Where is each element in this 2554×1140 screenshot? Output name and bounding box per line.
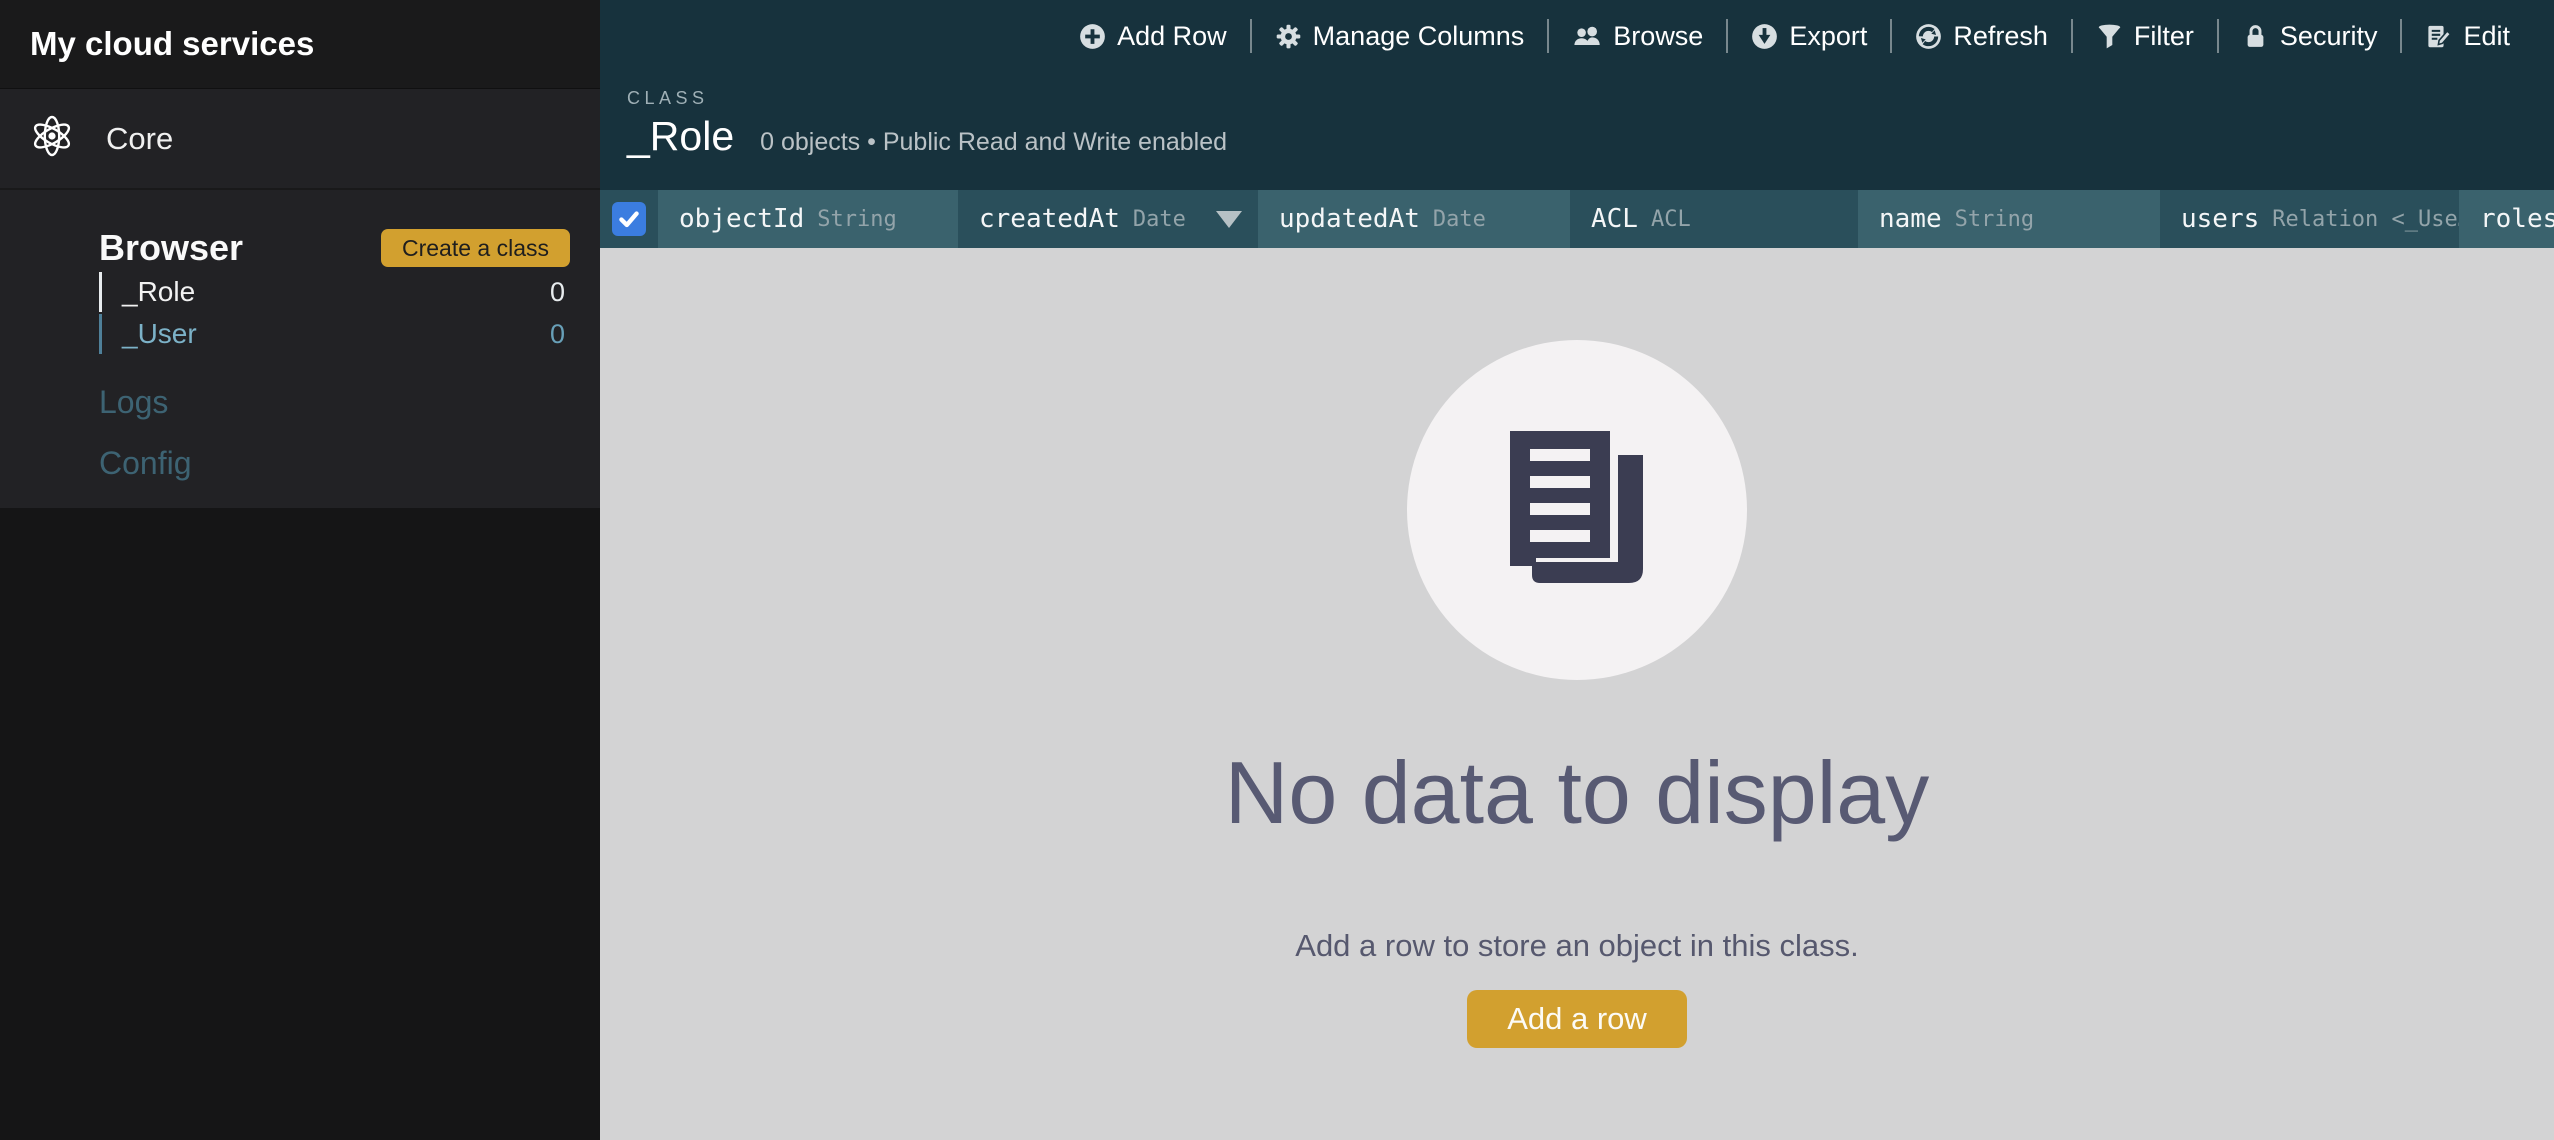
empty-state-subtitle: Add a row to store an object in this cla… xyxy=(1295,928,1858,964)
column-header-objectid[interactable]: objectId String xyxy=(658,190,958,248)
app-header: My cloud services xyxy=(0,0,600,88)
people-icon xyxy=(1572,23,1602,50)
toolbar-divider xyxy=(2217,19,2219,53)
class-indicator xyxy=(99,314,102,354)
manage-columns-toolbar-button[interactable]: Manage Columns xyxy=(1275,21,1525,52)
column-name: users xyxy=(2181,204,2259,234)
column-type: ACL xyxy=(1651,207,1691,232)
class-count: 0 xyxy=(550,277,565,308)
lock-icon xyxy=(2242,23,2269,50)
toolbar-label: Refresh xyxy=(1953,21,2048,52)
empty-state-circle xyxy=(1407,340,1747,680)
column-name: roles xyxy=(2480,204,2554,234)
filter-funnel-icon xyxy=(2096,23,2123,50)
sidebar-item-logs[interactable]: Logs xyxy=(99,384,600,421)
column-header-updatedat[interactable]: updatedAt Date xyxy=(1258,190,1570,248)
toolbar-label: Add Row xyxy=(1117,21,1227,52)
sidebar-item-core[interactable]: Core xyxy=(0,88,600,188)
toolbar-label: Security xyxy=(2280,21,2378,52)
toolbar-divider xyxy=(1250,19,1252,53)
column-header-roles[interactable]: roles xyxy=(2459,190,2554,248)
export-toolbar-button[interactable]: Export xyxy=(1751,21,1867,52)
class-header: CLASS _Role 0 objects • Public Read and … xyxy=(600,72,2554,160)
toolbar: Add Row Manage C xyxy=(600,0,2554,72)
class-count: 0 xyxy=(550,319,565,350)
edit-icon xyxy=(2425,23,2452,50)
toolbar-label: Manage Columns xyxy=(1313,21,1525,52)
refresh-icon xyxy=(1915,23,1942,50)
column-type: Date xyxy=(1433,207,1486,232)
column-type: String xyxy=(817,207,896,232)
data-browser-empty-state: No data to display Add a row to store an… xyxy=(600,248,2554,1140)
toolbar-label: Filter xyxy=(2134,21,2194,52)
export-down-icon xyxy=(1751,23,1778,50)
parse-dashboard-page: My cloud services Core Browser Create a … xyxy=(0,0,2554,1140)
browse-toolbar-button[interactable]: Browse xyxy=(1572,21,1703,52)
class-subtitle: 0 objects • Public Read and Write enable… xyxy=(760,128,1227,157)
top-bar: Add Row Manage C xyxy=(600,0,2554,190)
column-header-createdat[interactable]: createdAt Date xyxy=(958,190,1258,248)
column-name: updatedAt xyxy=(1279,204,1420,234)
class-name: _Role xyxy=(122,276,195,308)
sidebar-item-class-role[interactable]: _Role 0 xyxy=(0,272,600,312)
toolbar-divider xyxy=(1547,19,1549,53)
column-type: Date xyxy=(1133,207,1186,232)
column-header-users[interactable]: users Relation <_Use… xyxy=(2160,190,2459,248)
active-class-indicator xyxy=(99,272,102,312)
class-title: _Role xyxy=(627,113,734,160)
toolbar-label: Edit xyxy=(2463,21,2510,52)
class-name: _User xyxy=(122,318,197,350)
column-header-acl[interactable]: ACL ACL xyxy=(1570,190,1858,248)
empty-state-title: No data to display xyxy=(1225,742,1929,844)
edit-toolbar-button[interactable]: Edit xyxy=(2425,21,2510,52)
atom-icon xyxy=(31,115,73,162)
sidebar-core-label: Core xyxy=(106,121,173,157)
column-name: name xyxy=(1879,204,1942,234)
add-a-row-button[interactable]: Add a row xyxy=(1467,990,1687,1048)
create-class-button[interactable]: Create a class xyxy=(381,229,570,267)
toolbar-divider xyxy=(2400,19,2402,53)
add-row-toolbar-button[interactable]: Add Row xyxy=(1079,21,1227,52)
column-type: Relation <_Use… xyxy=(2272,207,2459,232)
browser-section: Browser Create a class _Role 0 _User 0 L… xyxy=(0,188,600,508)
sidebar-item-class-user[interactable]: _User 0 xyxy=(0,314,600,354)
sort-descending-icon[interactable] xyxy=(1216,211,1242,228)
browser-heading[interactable]: Browser xyxy=(99,227,243,269)
select-all-checkbox[interactable] xyxy=(612,202,646,236)
column-name: createdAt xyxy=(979,204,1120,234)
toolbar-label: Browse xyxy=(1613,21,1703,52)
refresh-toolbar-button[interactable]: Refresh xyxy=(1915,21,2048,52)
toolbar-divider xyxy=(2071,19,2073,53)
sidebar-item-config[interactable]: Config xyxy=(99,445,600,482)
select-all-cell xyxy=(600,190,658,248)
column-name: objectId xyxy=(679,204,804,234)
table-header-row: objectId String createdAt Date updatedAt… xyxy=(600,190,2554,248)
toolbar-divider xyxy=(1890,19,1892,53)
toolbar-label: Export xyxy=(1789,21,1867,52)
column-header-name[interactable]: name String xyxy=(1858,190,2160,248)
class-kicker: CLASS xyxy=(627,88,2554,109)
column-name: ACL xyxy=(1591,204,1638,234)
security-toolbar-button[interactable]: Security xyxy=(2242,21,2378,52)
toolbar-divider xyxy=(1726,19,1728,53)
gear-icon xyxy=(1275,23,1302,50)
sidebar: My cloud services Core Browser Create a … xyxy=(0,0,600,1140)
documents-icon xyxy=(1502,423,1652,598)
add-row-plus-icon xyxy=(1079,23,1106,50)
app-title: My cloud services xyxy=(30,25,314,63)
column-type: String xyxy=(1955,207,2034,232)
filter-toolbar-button[interactable]: Filter xyxy=(2096,21,2194,52)
